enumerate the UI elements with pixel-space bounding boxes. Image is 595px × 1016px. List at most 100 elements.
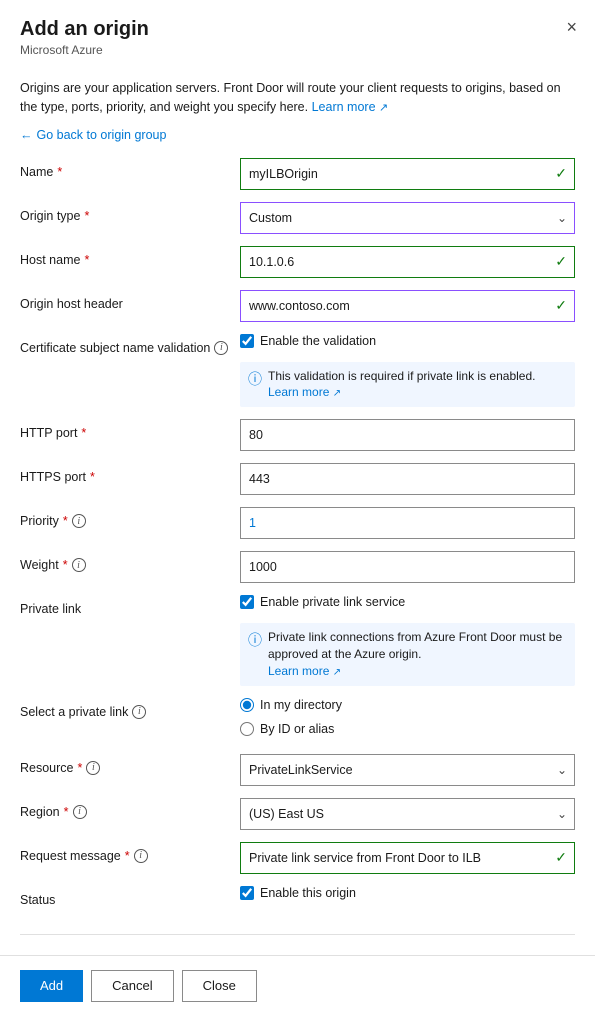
https-port-input[interactable] <box>240 463 575 495</box>
select-private-link-control: In my directory By ID or alias <box>240 698 575 742</box>
private-link-checkbox[interactable] <box>240 595 254 609</box>
header: Add an origin Microsoft Azure × <box>0 0 595 67</box>
radio-in-my-directory[interactable] <box>240 698 254 712</box>
cert-validation-info-text: This validation is required if private l… <box>268 368 535 402</box>
back-to-origin-group-link[interactable]: ← Go back to origin group <box>20 128 166 142</box>
name-input[interactable] <box>240 158 575 190</box>
cert-validation-checkbox-label: Enable the validation <box>260 334 376 348</box>
priority-info-icon[interactable]: i <box>72 514 86 528</box>
cert-validation-control: Enable the validation ⓘ This validation … <box>240 334 575 408</box>
http-port-control <box>240 419 575 451</box>
select-private-link-label: Select a private link i <box>20 698 240 719</box>
cancel-button[interactable]: Cancel <box>91 970 173 1002</box>
request-message-required: * <box>125 849 130 863</box>
add-button[interactable]: Add <box>20 970 83 1002</box>
status-control: Enable this origin <box>240 886 575 906</box>
host-name-input-wrap: ✓ <box>240 246 575 278</box>
status-row: Status Enable this origin <box>20 886 575 918</box>
name-control: ✓ <box>240 158 575 190</box>
description-text: Origins are your application servers. Fr… <box>20 79 575 117</box>
host-name-input[interactable] <box>240 246 575 278</box>
footer-divider <box>20 934 575 935</box>
priority-required: * <box>63 514 68 528</box>
private-link-learn-more-link[interactable]: Learn more ↗ <box>268 664 341 678</box>
origin-type-row: Origin type * Custom ⌄ <box>20 202 575 234</box>
http-port-required: * <box>81 426 86 440</box>
region-required: * <box>64 805 69 819</box>
close-button[interactable]: × <box>566 18 577 36</box>
private-link-info-circle-icon: ⓘ <box>248 630 262 650</box>
http-port-input[interactable] <box>240 419 575 451</box>
region-label: Region * i <box>20 798 240 819</box>
cert-learn-more-link[interactable]: Learn more ↗ <box>268 385 341 399</box>
weight-label: Weight * i <box>20 551 240 572</box>
cert-validation-row: Certificate subject name validation i En… <box>20 334 575 408</box>
weight-info-icon[interactable]: i <box>72 558 86 572</box>
status-checkbox[interactable] <box>240 886 254 900</box>
origin-type-select[interactable]: Custom <box>240 202 575 234</box>
cert-validation-checkbox[interactable] <box>240 334 254 348</box>
radio-by-id-label: By ID or alias <box>260 722 334 736</box>
radio-by-id-row: By ID or alias <box>240 722 575 736</box>
request-message-check-icon: ✓ <box>555 849 567 866</box>
description-learn-more-link[interactable]: Learn more ↗ <box>312 100 389 114</box>
request-message-input[interactable] <box>240 842 575 874</box>
cert-validation-info-icon[interactable]: i <box>214 341 228 355</box>
region-select[interactable]: (US) East US <box>240 798 575 830</box>
private-link-checkbox-row: Enable private link service <box>240 595 575 609</box>
request-message-info-icon[interactable]: i <box>134 849 148 863</box>
cert-validation-label: Certificate subject name validation i <box>20 334 240 355</box>
origin-host-header-control: ✓ <box>240 290 575 322</box>
private-link-info-text: Private link connections from Azure Fron… <box>268 629 567 680</box>
status-label: Status <box>20 886 240 907</box>
radio-by-id[interactable] <box>240 722 254 736</box>
weight-control <box>240 551 575 583</box>
weight-input[interactable] <box>240 551 575 583</box>
origin-host-header-row: Origin host header ✓ <box>20 290 575 322</box>
cert-validation-checkbox-row: Enable the validation <box>240 334 575 348</box>
back-arrow-icon: ← <box>20 128 33 142</box>
origin-host-header-label: Origin host header <box>20 290 240 311</box>
name-input-wrap: ✓ <box>240 158 575 190</box>
origin-host-header-input[interactable] <box>240 290 575 322</box>
header-subtitle: Microsoft Azure <box>20 43 575 57</box>
host-name-check-icon: ✓ <box>555 253 567 270</box>
http-port-label: HTTP port * <box>20 419 240 440</box>
private-link-checkbox-label: Enable private link service <box>260 595 405 609</box>
host-name-row: Host name * ✓ <box>20 246 575 278</box>
priority-input[interactable] <box>240 507 575 539</box>
weight-row: Weight * i <box>20 551 575 583</box>
origin-type-required: * <box>84 209 89 223</box>
host-name-control: ✓ <box>240 246 575 278</box>
resource-select[interactable]: PrivateLinkService <box>240 754 575 786</box>
select-private-link-info-icon[interactable]: i <box>132 705 146 719</box>
https-port-label: HTTPS port * <box>20 463 240 484</box>
resource-row: Resource * i PrivateLinkService ⌄ <box>20 754 575 786</box>
resource-label: Resource * i <box>20 754 240 775</box>
origin-type-control: Custom ⌄ <box>240 202 575 234</box>
name-check-icon: ✓ <box>555 165 567 182</box>
origin-host-header-input-wrap: ✓ <box>240 290 575 322</box>
region-row: Region * i (US) East US ⌄ <box>20 798 575 830</box>
name-row: Name * ✓ <box>20 158 575 190</box>
origin-host-header-check-icon: ✓ <box>555 297 567 314</box>
content-area: Origins are your application servers. Fr… <box>0 67 595 955</box>
priority-label: Priority * i <box>20 507 240 528</box>
priority-row: Priority * i <box>20 507 575 539</box>
https-port-control <box>240 463 575 495</box>
origin-type-label: Origin type * <box>20 202 240 223</box>
external-link-icon: ↗ <box>379 102 388 114</box>
region-info-icon[interactable]: i <box>73 805 87 819</box>
name-required: * <box>57 165 62 179</box>
resource-info-icon[interactable]: i <box>86 761 100 775</box>
close-footer-button[interactable]: Close <box>182 970 257 1002</box>
request-message-input-wrap: ✓ <box>240 842 575 874</box>
resource-select-wrap: PrivateLinkService ⌄ <box>240 754 575 786</box>
radio-in-my-directory-row: In my directory <box>240 698 575 712</box>
footer: Add Cancel Close <box>0 955 595 1016</box>
request-message-control: ✓ <box>240 842 575 874</box>
request-message-label: Request message * i <box>20 842 240 863</box>
select-private-link-row: Select a private link i In my directory … <box>20 698 575 742</box>
host-name-label: Host name * <box>20 246 240 267</box>
private-link-row: Private link Enable private link service… <box>20 595 575 686</box>
